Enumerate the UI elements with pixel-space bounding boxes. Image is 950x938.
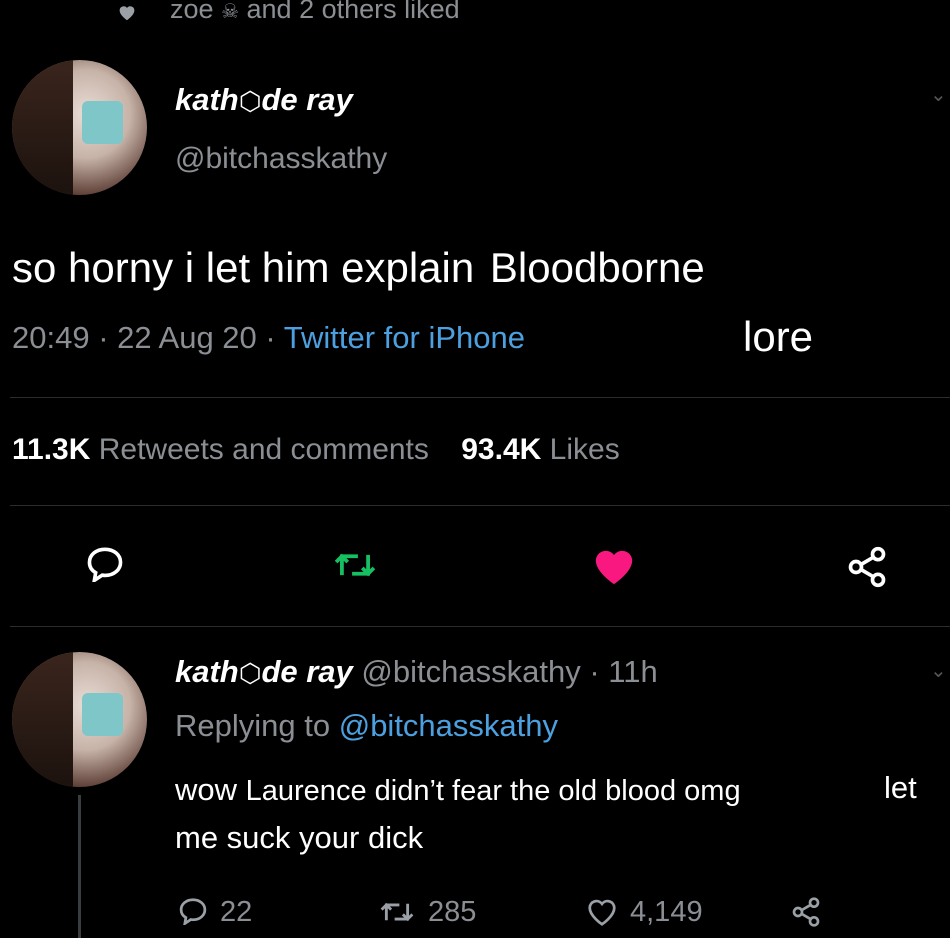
chevron-down-icon[interactable]: ⌄: [930, 658, 947, 683]
skull-emoji-icon: ☠: [221, 1, 239, 23]
divider: [10, 505, 950, 506]
thread-line: [78, 795, 81, 938]
reply-text: wow Laurence didn’t fear the old blood o…: [175, 772, 741, 807]
share-icon[interactable]: [790, 896, 822, 928]
overlay-text: Bloodborne: [489, 244, 705, 291]
tweet-stats: 11.3K Retweets and comments 93.4K Likes: [12, 433, 620, 467]
liked-by-text: zoe ☠ and 2 others liked: [170, 0, 460, 24]
like-icon[interactable]: [591, 546, 637, 586]
likes-count[interactable]: 93.4K: [461, 433, 541, 466]
share-icon[interactable]: [845, 545, 889, 589]
reply-text-let: let: [884, 770, 917, 805]
retweet-icon[interactable]: [378, 899, 416, 925]
handle[interactable]: @bitchasskathy: [175, 142, 387, 176]
likes-label[interactable]: Likes: [550, 433, 620, 466]
reply-likes-count: 4,149: [630, 896, 703, 928]
reply-retweets-count: 285: [428, 896, 477, 928]
tweet-date[interactable]: 22 Aug 20: [117, 320, 257, 355]
heart-icon: [117, 3, 137, 21]
hexagon-emoji-icon: ⬡: [238, 658, 262, 688]
reply-text-line2: me suck your dick: [175, 820, 424, 855]
avatar[interactable]: [12, 60, 147, 195]
reply-replies-count: 22: [220, 896, 253, 928]
tweet-source[interactable]: Twitter for iPhone: [284, 320, 525, 355]
reply-icon[interactable]: [178, 897, 208, 925]
tweet-meta: 20:49 · 22 Aug 20 · Twitter for iPhone: [12, 320, 525, 355]
replying-to: Replying to @bitchasskathy: [175, 708, 559, 743]
replying-to-handle[interactable]: @bitchasskathy: [339, 708, 558, 743]
divider: [10, 626, 950, 627]
reply-handle[interactable]: @bitchasskathy: [361, 654, 580, 689]
reply-header: kath⬡de ray @bitchasskathy · 11h: [175, 654, 658, 689]
reply-overlay-text: Laurence didn’t fear the old blood omg: [245, 775, 741, 807]
reply-avatar[interactable]: [12, 652, 147, 787]
like-icon[interactable]: [585, 897, 619, 927]
reply-age[interactable]: 11h: [608, 654, 657, 689]
tweet-text: so horny i let him explain Bloodborne: [12, 244, 705, 291]
hexagon-emoji-icon: ⬡: [238, 86, 262, 116]
tweet-time[interactable]: 20:49: [12, 320, 90, 355]
display-name[interactable]: kath⬡de ray: [175, 82, 353, 118]
retweets-label[interactable]: Retweets and comments: [99, 433, 429, 466]
chevron-down-icon[interactable]: ⌄: [930, 82, 947, 107]
retweets-count[interactable]: 11.3K: [12, 433, 90, 466]
reply-icon[interactable]: [85, 546, 125, 582]
retweet-icon[interactable]: [333, 549, 377, 581]
divider: [10, 397, 950, 398]
reply-display-name[interactable]: kath⬡de ray: [175, 654, 353, 689]
overlay-text-lore: lore: [743, 313, 814, 360]
